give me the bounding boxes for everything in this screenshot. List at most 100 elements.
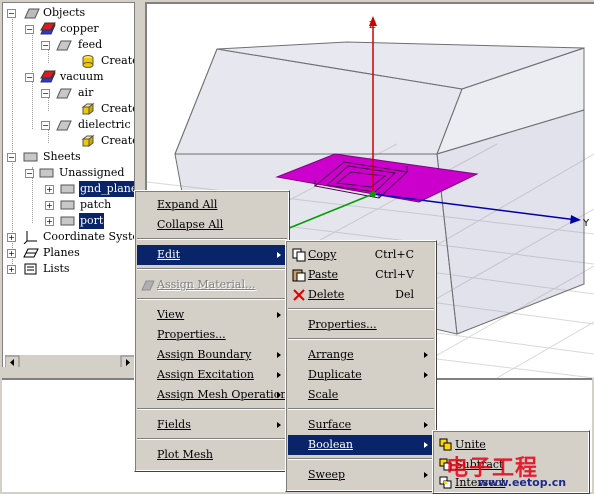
- menu-scale[interactable]: Scale: [288, 385, 434, 405]
- tree-label: vacuum: [60, 70, 104, 83]
- tree-node-port[interactable]: + port: [45, 213, 134, 229]
- menu-collapse-all[interactable]: Collapse All: [137, 215, 287, 235]
- tree-label: Lists: [43, 262, 70, 275]
- menu-paste[interactable]: Paste Ctrl+V: [288, 265, 434, 285]
- submenu-arrow-icon: [424, 442, 428, 448]
- material-copper-icon: [40, 22, 56, 35]
- expand-icon[interactable]: +: [45, 201, 54, 210]
- tree-node-planes[interactable]: + Planes: [7, 245, 127, 261]
- collapse-icon[interactable]: −: [25, 25, 34, 34]
- menu-shortcut: Ctrl+V: [375, 268, 414, 281]
- sheet-icon: [60, 184, 75, 194]
- tree-label: Coordinate System: [43, 230, 134, 243]
- menu-label: Collapse All: [157, 218, 224, 231]
- delete-icon: [293, 289, 305, 301]
- z-axis-label: Z: [369, 20, 376, 31]
- sheets-folder-icon: [23, 152, 38, 162]
- menu-separator: [137, 238, 287, 240]
- tree-node-coordinate-systems[interactable]: + Coordinate System: [7, 229, 134, 245]
- expand-icon[interactable]: +: [45, 217, 54, 226]
- menu-label: Scale: [308, 388, 339, 401]
- expand-icon[interactable]: +: [45, 185, 54, 194]
- tree-node-unassigned[interactable]: − Unassigned: [25, 165, 125, 181]
- menu-label: Paste: [308, 268, 339, 281]
- tree-horizontal-scrollbar[interactable]: [4, 354, 134, 367]
- submenu-arrow-icon: [424, 372, 428, 378]
- menu-arrange[interactable]: Arrange: [288, 345, 434, 365]
- collapse-icon[interactable]: −: [25, 73, 34, 82]
- menu-copy[interactable]: Copy Ctrl+C: [288, 245, 434, 265]
- collapse-icon[interactable]: −: [7, 153, 16, 162]
- menu-assign-boundary[interactable]: Assign Boundary: [137, 345, 287, 365]
- submenu-arrow-icon: [277, 352, 281, 358]
- copy-icon: [292, 248, 306, 262]
- expand-icon[interactable]: +: [7, 265, 16, 274]
- menu-surface[interactable]: Surface: [288, 415, 434, 435]
- menu-plot-mesh[interactable]: Plot Mesh: [137, 445, 287, 465]
- tree-node-lists[interactable]: + Lists: [7, 261, 127, 277]
- tree-node-air[interactable]: − air: [41, 85, 134, 101]
- menu-assign-mesh-operation[interactable]: Assign Mesh Operation: [137, 385, 287, 405]
- menu-duplicate[interactable]: Duplicate: [288, 365, 434, 385]
- menu-separator: [288, 408, 434, 410]
- submenu-arrow-icon: [277, 422, 281, 428]
- tree-node-create-box-dielectric[interactable]: CreateBo: [61, 133, 134, 149]
- submenu-arrow-icon: [424, 472, 428, 478]
- menu-separator: [288, 308, 434, 310]
- menu-separator: [288, 458, 434, 460]
- collapse-icon[interactable]: −: [25, 169, 34, 178]
- menu-expand-all[interactable]: Expand All: [137, 195, 287, 215]
- menu-properties[interactable]: Properties...: [137, 325, 287, 345]
- objects-folder-icon: [24, 8, 40, 19]
- menu-label: Assign Material...: [157, 278, 256, 291]
- menu-assign-excitation[interactable]: Assign Excitation: [137, 365, 287, 385]
- box-icon: [81, 103, 95, 115]
- tree-label: gnd_plane: [79, 181, 134, 197]
- submenu-arrow-icon: [277, 392, 281, 398]
- tree-node-copper[interactable]: − copper: [25, 21, 125, 37]
- menu-label: Arrange: [308, 348, 354, 361]
- collapse-icon[interactable]: −: [7, 9, 16, 18]
- tree-label: CreateBo: [101, 134, 134, 147]
- collapse-icon[interactable]: −: [41, 121, 50, 130]
- collapse-icon[interactable]: −: [41, 89, 50, 98]
- menu-boolean[interactable]: Boolean: [288, 435, 434, 455]
- menu-sweep[interactable]: Sweep: [288, 465, 434, 485]
- expand-icon[interactable]: +: [7, 249, 16, 258]
- expand-icon[interactable]: +: [7, 233, 16, 242]
- tree-label: CreateBo: [101, 102, 134, 115]
- tree-node-patch[interactable]: + patch: [45, 197, 134, 213]
- menu-fields[interactable]: Fields: [137, 415, 287, 435]
- menu-label: Assign Mesh Operation: [157, 388, 288, 401]
- menu-shortcut: Ctrl+C: [374, 248, 414, 261]
- collapse-icon[interactable]: −: [41, 41, 50, 50]
- edit-submenu: Copy Ctrl+C Paste Ctrl+V Delete Del Propert…: [285, 240, 437, 492]
- menu-edit[interactable]: Edit: [137, 245, 287, 265]
- project-tree[interactable]: − Objects − copper − feed CreateCy − vac…: [2, 2, 135, 368]
- tree-node-create-box-air[interactable]: CreateBo: [61, 101, 134, 117]
- menu-edit-properties[interactable]: Properties...: [288, 315, 434, 335]
- menu-assign-material[interactable]: Assign Material...: [137, 275, 287, 295]
- material-icon: [141, 280, 155, 291]
- menu-delete[interactable]: Delete Del: [288, 285, 434, 305]
- menu-view[interactable]: View: [137, 305, 287, 325]
- tree-node-create-cylinder[interactable]: CreateCy: [61, 53, 134, 69]
- menu-separator: [137, 408, 287, 410]
- menu-label: Expand All: [157, 198, 218, 211]
- tree-node-dielectric[interactable]: − dielectric: [41, 117, 134, 133]
- menu-label: Copy: [308, 248, 337, 261]
- tree-node-sheets[interactable]: − Sheets: [7, 149, 127, 165]
- menu-separator: [288, 338, 434, 340]
- tree-node-objects[interactable]: − Objects: [7, 5, 127, 21]
- paste-icon: [292, 269, 306, 282]
- lists-icon: [24, 263, 37, 275]
- menu-label: Delete: [308, 288, 345, 301]
- menu-shortcut: Del: [395, 288, 414, 301]
- tree-node-gnd-plane[interactable]: + gnd_plane: [45, 181, 134, 197]
- tree-label: CreateCy: [101, 54, 134, 67]
- cylinder-icon: [82, 55, 94, 68]
- tree-node-vacuum[interactable]: − vacuum: [25, 69, 125, 85]
- menu-label: Edit: [157, 248, 181, 261]
- submenu-arrow-icon: [424, 352, 428, 358]
- tree-node-feed[interactable]: − feed: [41, 37, 134, 53]
